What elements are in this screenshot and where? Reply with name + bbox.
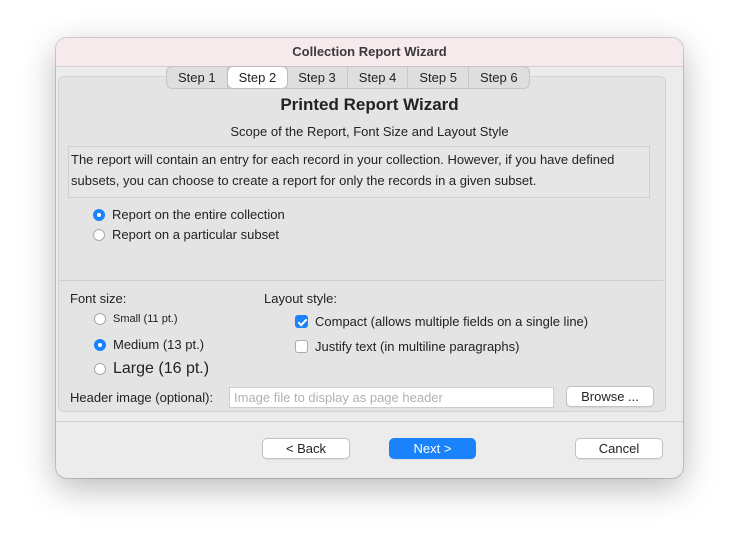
radio-small[interactable] [94,313,106,325]
description-text: The report will contain an entry for eac… [68,146,650,198]
scope-particular-subset[interactable]: Report on a particular subset [93,227,279,242]
radio-label: Report on the entire collection [112,207,285,222]
radio-medium[interactable] [94,338,106,351]
header-image-label: Header image (optional): [70,390,214,405]
cancel-button[interactable]: Cancel [575,438,663,459]
footer-divider [56,421,683,422]
radio-label: Large (16 pt.) [113,360,210,377]
checkbox-label: Justify text (in multiline paragraphs) [315,339,520,354]
tab-step-4[interactable]: Step 4 [348,67,409,88]
radio-particular-subset[interactable] [93,228,105,241]
wizard-window: Collection Report Wizard Step 1 Step 2 S… [56,38,683,478]
layout-compact[interactable]: Compact (allows multiple fields on a sin… [295,314,588,329]
tab-step-5[interactable]: Step 5 [408,67,469,88]
wizard-title: Printed Report Wizard [280,95,459,114]
radio-label: Report on a particular subset [112,227,279,242]
radio-label: Medium (13 pt.) [113,337,205,352]
tab-step-1[interactable]: Step 1 [167,67,228,88]
step-tabs: Step 1 Step 2 Step 3 Step 4 Step 5 Step … [166,66,530,89]
font-size-medium[interactable]: Medium (13 pt.) [94,337,204,352]
header-image-input[interactable] [229,387,554,408]
back-button[interactable]: < Back [262,438,350,459]
wizard-subtitle: Scope of the Report, Font Size and Layou… [230,124,509,139]
checkbox-compact[interactable] [295,315,308,328]
window-title: Collection Report Wizard [56,38,683,67]
font-size-small[interactable]: Small (11 pt.) [94,313,178,325]
browse-button[interactable]: Browse ... [566,386,654,407]
checkbox-justify[interactable] [295,340,308,353]
layout-style-label: Layout style: [264,291,337,306]
layout-justify[interactable]: Justify text (in multiline paragraphs) [295,339,519,354]
font-size-label: Font size: [70,291,127,306]
checkbox-label: Compact (allows multiple fields on a sin… [315,314,589,329]
font-size-large[interactable]: Large (16 pt.) [94,360,209,378]
tab-step-2[interactable]: Step 2 [227,67,288,88]
scope-entire-collection[interactable]: Report on the entire collection [93,207,285,222]
tab-step-3[interactable]: Step 3 [287,67,348,88]
radio-large[interactable] [94,363,106,375]
radio-label: Small (11 pt.) [113,313,178,325]
next-button[interactable]: Next > [389,438,476,459]
radio-entire-collection[interactable] [93,208,105,221]
section-divider [59,280,663,281]
tab-step-6[interactable]: Step 6 [469,67,529,88]
